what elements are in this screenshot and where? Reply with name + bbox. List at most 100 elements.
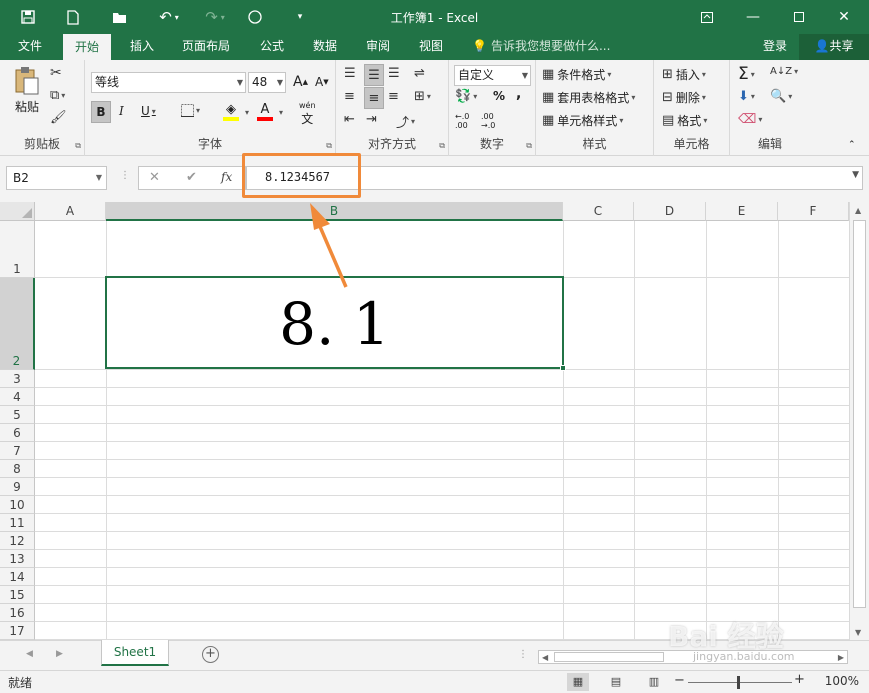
name-box[interactable]: B2 ▼	[6, 166, 107, 190]
column-header-d[interactable]: D	[634, 202, 706, 221]
share-button[interactable]: 👤共享	[799, 34, 869, 60]
tab-formulas[interactable]: 公式	[248, 34, 296, 60]
format-painter-icon[interactable]: 🖌	[50, 110, 67, 125]
collapse-ribbon-icon[interactable]: ⌃	[848, 140, 856, 150]
tab-review[interactable]: 审阅	[354, 34, 402, 60]
scroll-thumb[interactable]	[554, 652, 664, 662]
chevron-down-icon[interactable]: ▾	[245, 108, 249, 117]
worksheet-grid[interactable]: A B C D E F 1 2 3 4 5 6 7 8 9 10 11 12 1…	[0, 202, 849, 640]
tell-me-box[interactable]: 💡 告诉我您想要做什么...	[472, 34, 610, 60]
italic-button[interactable]: I	[119, 104, 124, 118]
conditional-formatting-button[interactable]: ▦ 条件格式 ▾	[542, 66, 611, 83]
align-center-icon[interactable]: ≡	[364, 87, 384, 109]
tab-data[interactable]: 数据	[301, 34, 349, 60]
scroll-up-icon[interactable]: ▲	[855, 206, 861, 215]
number-format-combo[interactable]: 自定义 ▼	[454, 65, 531, 86]
enter-icon[interactable]: ✔	[186, 170, 197, 185]
merge-center-icon[interactable]: ⊞ ▾	[414, 89, 431, 104]
cancel-icon[interactable]: ✕	[149, 170, 160, 185]
format-as-table-button[interactable]: ▦ 套用表格格式 ▾	[542, 89, 635, 106]
bold-button[interactable]: B	[91, 101, 111, 123]
row-header-13[interactable]: 13	[0, 550, 35, 568]
currency-icon[interactable]: 💱 ▾	[455, 89, 477, 104]
drag-handle-icon[interactable]: ⋮	[518, 649, 528, 660]
font-size-combo[interactable]: 48 ▼	[248, 72, 286, 93]
zoom-out-icon[interactable]: −	[674, 673, 685, 688]
row-header-2[interactable]: 2	[0, 278, 35, 370]
tab-page-layout[interactable]: 页面布局	[170, 34, 242, 60]
expand-formula-icon[interactable]: ▼	[852, 170, 859, 180]
column-header-e[interactable]: E	[706, 202, 778, 221]
insert-cells-button[interactable]: ⊞ 插入 ▾	[662, 66, 706, 83]
increase-decimal-icon[interactable]: ←.0.00	[455, 112, 469, 130]
tab-file[interactable]: 文件	[6, 34, 54, 60]
select-all-button[interactable]	[0, 202, 35, 221]
align-top-icon[interactable]: ☰	[344, 66, 356, 81]
ribbon-display-icon[interactable]	[684, 0, 730, 34]
cell-styles-button[interactable]: ▦ 单元格样式 ▾	[542, 112, 623, 129]
login-link[interactable]: 登录	[763, 34, 787, 58]
zoom-slider-knob[interactable]	[737, 676, 740, 689]
drag-handle-icon[interactable]: ⋮	[120, 170, 130, 181]
chevron-down-icon[interactable]: ▾	[279, 108, 283, 117]
row-header-12[interactable]: 12	[0, 532, 35, 550]
orientation-icon[interactable]: ⤴ ▾	[396, 112, 415, 131]
font-color-button[interactable]: A	[257, 102, 273, 121]
format-cells-button[interactable]: ▤ 格式 ▾	[662, 112, 707, 129]
row-header-11[interactable]: 11	[0, 514, 35, 532]
scroll-left-icon[interactable]: ◀	[26, 649, 33, 659]
row-header-9[interactable]: 9	[0, 478, 35, 496]
borders-icon[interactable]: ▾	[181, 104, 200, 117]
percent-button[interactable]: %	[493, 89, 505, 103]
row-header-3[interactable]: 3	[0, 370, 35, 388]
comma-button[interactable]: ,	[516, 86, 521, 102]
phonetic-guide-button[interactable]: wén 文	[299, 101, 316, 127]
align-middle-icon[interactable]: ☰	[364, 64, 384, 86]
column-header-c[interactable]: C	[563, 202, 634, 221]
decrease-decimal-icon[interactable]: .00 →.0	[481, 112, 495, 130]
row-header-10[interactable]: 10	[0, 496, 35, 514]
close-icon[interactable]: ✕	[821, 0, 867, 34]
decrease-indent-icon[interactable]: ⇤	[344, 112, 355, 127]
find-select-icon[interactable]: 🔍 ▾	[770, 89, 792, 104]
row-header-6[interactable]: 6	[0, 424, 35, 442]
zoom-slider[interactable]	[688, 682, 792, 683]
scroll-right-icon[interactable]: ▶	[56, 649, 63, 659]
page-break-view-icon[interactable]: ▥	[643, 673, 665, 691]
vertical-scrollbar[interactable]: ▲ ▼	[849, 202, 869, 640]
add-sheet-icon[interactable]: +	[202, 646, 219, 663]
align-right-icon[interactable]: ≡	[388, 89, 399, 104]
row-header-5[interactable]: 5	[0, 406, 35, 424]
grow-font-button[interactable]: A ▲	[293, 74, 308, 90]
underline-button[interactable]: U ▾	[141, 104, 156, 118]
row-header-16[interactable]: 16	[0, 604, 35, 622]
row-header-7[interactable]: 7	[0, 442, 35, 460]
page-layout-view-icon[interactable]: ▤	[605, 673, 627, 691]
sort-filter-icon[interactable]: A↓Z ▾	[770, 66, 798, 77]
row-header-8[interactable]: 8	[0, 460, 35, 478]
row-header-17[interactable]: 17	[0, 622, 35, 640]
maximize-icon[interactable]	[776, 0, 822, 34]
autosum-icon[interactable]: Σ ▾	[738, 64, 755, 84]
normal-view-icon[interactable]: ▦	[567, 673, 589, 691]
scroll-left-icon[interactable]: ◀	[542, 653, 548, 662]
alignment-launcher-icon[interactable]: ⧉	[439, 141, 445, 151]
scroll-thumb[interactable]	[853, 220, 866, 608]
tab-insert[interactable]: 插入	[118, 34, 166, 60]
row-header-14[interactable]: 14	[0, 568, 35, 586]
zoom-in-icon[interactable]: +	[794, 672, 805, 687]
number-launcher-icon[interactable]: ⧉	[526, 141, 532, 151]
increase-indent-icon[interactable]: ⇥	[366, 112, 377, 127]
cut-icon[interactable]: ✂	[50, 65, 62, 81]
align-bottom-icon[interactable]: ☰	[388, 66, 400, 81]
row-header-1[interactable]: 1	[0, 221, 35, 278]
fill-handle[interactable]	[560, 365, 566, 371]
scroll-right-icon[interactable]: ▶	[838, 653, 844, 662]
sheet-tab-sheet1[interactable]: Sheet1	[101, 640, 169, 666]
delete-cells-button[interactable]: ⊟ 删除 ▾	[662, 89, 706, 106]
font-launcher-icon[interactable]: ⧉	[326, 141, 332, 151]
font-name-combo[interactable]: 等线 ▼	[91, 72, 246, 93]
column-header-f[interactable]: F	[778, 202, 849, 221]
zoom-level[interactable]: 100%	[825, 674, 859, 688]
paste-button[interactable]: 粘贴	[10, 66, 44, 115]
